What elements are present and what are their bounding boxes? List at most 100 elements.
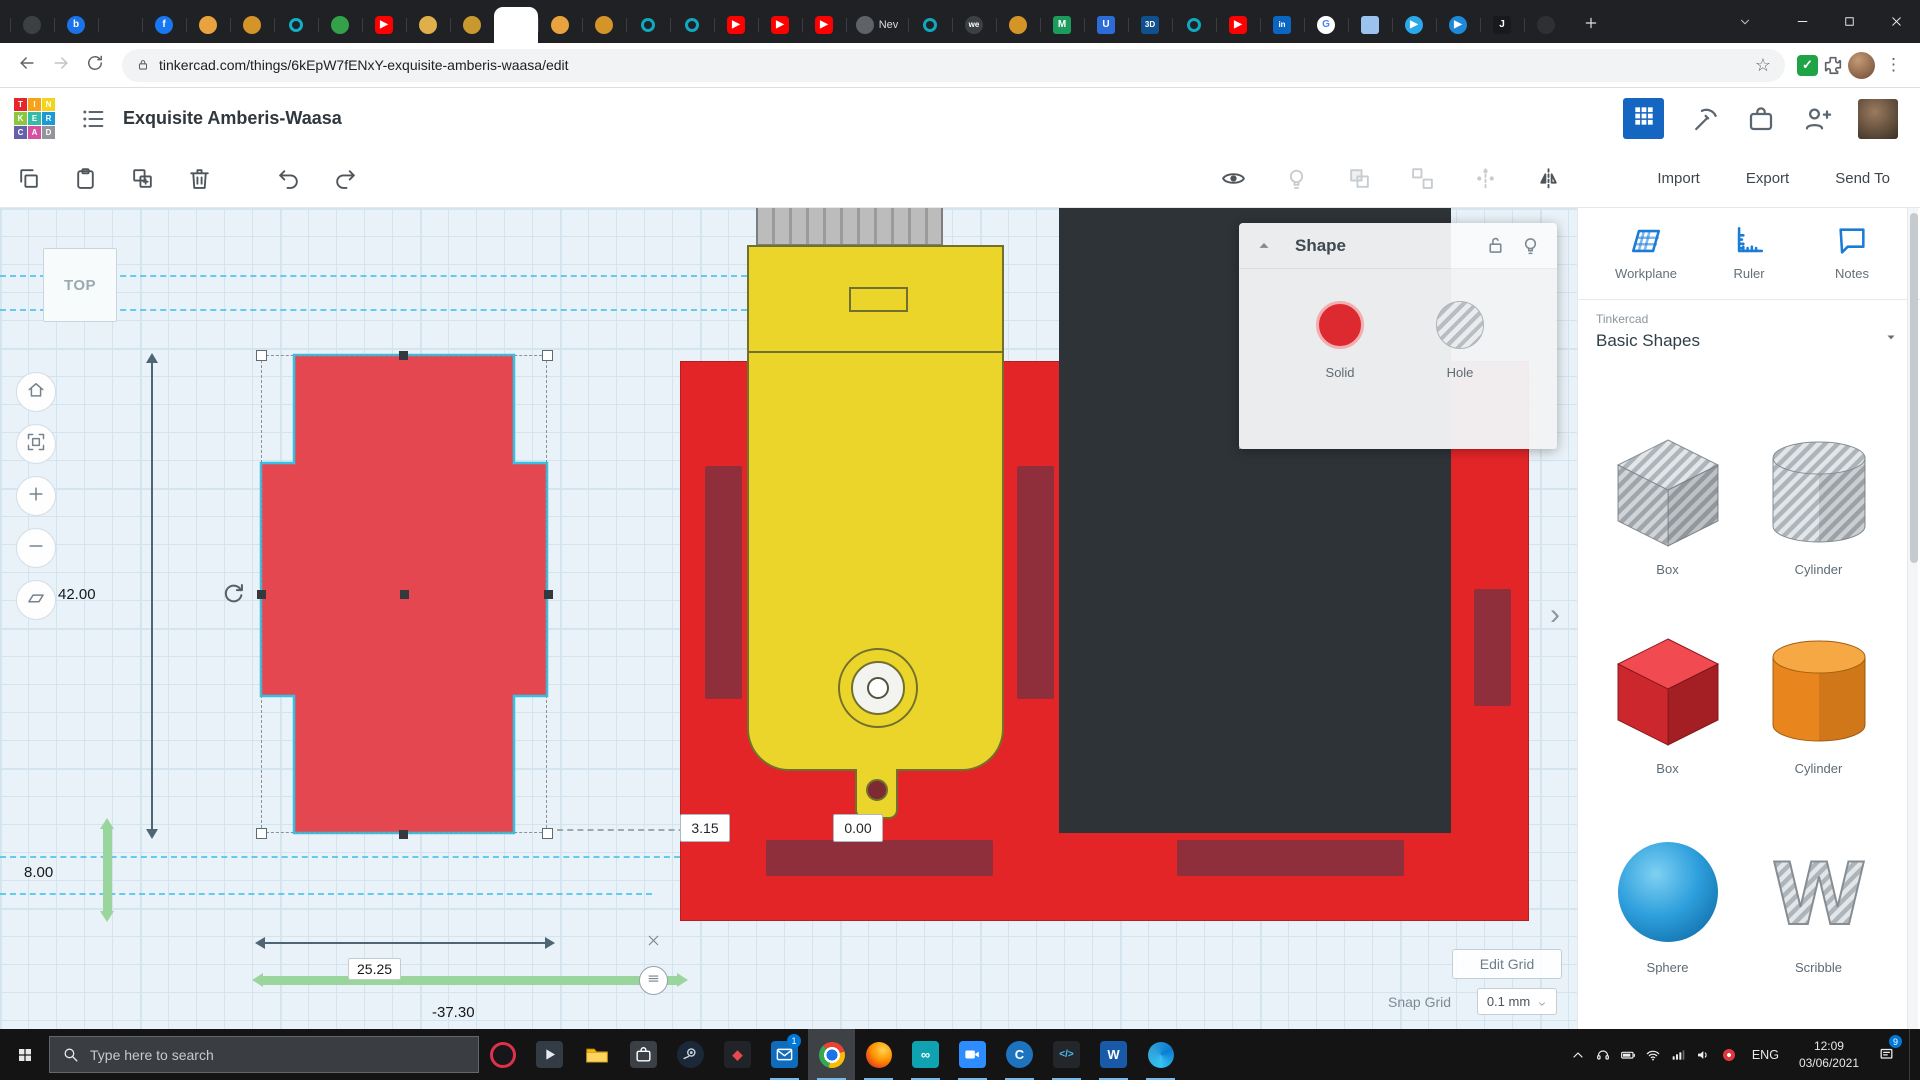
mirror-button[interactable] [1536,166,1561,191]
shape-item-box[interactable]: Box [1598,635,1738,776]
browser-tab[interactable] [406,7,450,43]
site-lock-icon[interactable] [136,58,150,72]
browser-tab[interactable] [1348,7,1392,43]
design-menu-icon[interactable] [79,105,107,133]
show-desktop-button[interactable] [1909,1029,1916,1080]
rotate-handle-icon[interactable] [220,580,247,607]
resize-handle[interactable] [544,590,553,599]
tray-expand-icon[interactable] [1566,1029,1591,1080]
browser-tab[interactable] [450,7,494,43]
taskbar-app-chrome[interactable] [808,1029,855,1080]
shape-item-sphere[interactable]: Sphere [1598,834,1738,975]
paste-button[interactable] [73,166,98,191]
omnibox[interactable]: tinkercad.com/things/6kEpW7fENxY-exquisi… [122,49,1785,82]
taskbar-app-microsoft-store[interactable] [620,1029,667,1080]
browser-tab[interactable]: we [952,7,996,43]
browser-tab[interactable] [1524,7,1568,43]
back-button[interactable] [12,50,42,80]
browser-tab[interactable]: f [142,7,186,43]
ruler-distance-field[interactable]: 3.15 [680,814,730,842]
taskbar-app-word[interactable]: W [1090,1029,1137,1080]
home-view-button[interactable] [16,372,56,412]
design-canvas[interactable]: 42.00 8.00 25.25 -37.30 3.15 0.00 TOP [0,208,1577,1029]
solid-swatch[interactable] [1316,301,1364,349]
invite-people-icon[interactable] [1802,104,1832,134]
start-button[interactable] [0,1029,49,1080]
collapse-inspector-icon[interactable] [1255,237,1273,255]
browser-tab[interactable] [318,7,362,43]
browser-tab[interactable] [186,7,230,43]
dimension-position-value[interactable]: -37.30 [432,1004,475,1021]
shape-item-cylinder[interactable]: Cylinder [1749,436,1889,577]
browser-tab[interactable] [274,7,318,43]
extension-adblock-icon[interactable]: ✓ [1797,55,1818,76]
browser-tab[interactable] [230,7,274,43]
import-button[interactable]: Import [1657,170,1700,187]
browser-menu-icon[interactable]: ⋮ [1879,55,1908,75]
edit-grid-button[interactable]: Edit Grid [1452,949,1562,979]
ruler-origin[interactable] [639,966,668,995]
transparency-button[interactable] [1284,166,1309,191]
export-button[interactable]: Export [1746,170,1789,187]
browser-tab[interactable]: Nev [846,7,908,43]
visibility-bulb-icon[interactable] [1520,235,1541,256]
show-all-button[interactable] [1221,166,1246,191]
hole-option[interactable]: Hole [1405,301,1515,380]
taskbar-app-teal-app[interactable]: ∞ [902,1029,949,1080]
clock[interactable]: 12:09 03/06/2021 [1789,1038,1869,1070]
taskbar-app-file-explorer[interactable] [573,1029,620,1080]
browser-tab[interactable]: ▶ [714,7,758,43]
panel-tool-ruler[interactable]: Ruler [1707,224,1791,281]
ruler-close-button[interactable] [645,932,662,949]
minecraft-export-icon[interactable] [1690,104,1720,134]
taskbar-app-media-player[interactable] [526,1029,573,1080]
signal-icon[interactable] [1666,1029,1691,1080]
browser-profile-avatar[interactable] [1848,52,1875,79]
panel-tool-notes[interactable]: Notes [1810,224,1894,281]
design-title[interactable]: Exquisite Amberis-Waasa [123,108,342,129]
browser-tab[interactable]: ▶ [1392,7,1436,43]
browser-tab[interactable]: ▶ [758,7,802,43]
window-maximize-button[interactable] [1826,0,1873,43]
headset-icon[interactable] [1591,1029,1616,1080]
duplicate-button[interactable] [130,166,155,191]
redo-button[interactable] [333,166,358,191]
ruler-distance-field[interactable]: 0.00 [833,814,883,842]
browser-tab[interactable]: 3D [1128,7,1172,43]
browser-tab[interactable] [10,7,54,43]
taskbar-app-mail[interactable]: 1 [761,1029,808,1080]
window-minimize-button[interactable] [1779,0,1826,43]
browser-tab[interactable] [670,7,714,43]
tinkercad-logo[interactable]: TINKERCAD [14,98,55,139]
motor-shape[interactable] [747,208,1004,820]
browser-tab[interactable] [1172,7,1216,43]
shape-item-scribble[interactable]: WScribble [1749,834,1889,975]
window-close-button[interactable] [1873,0,1920,43]
browser-tab[interactable]: in [1260,7,1304,43]
extensions-puzzle-icon[interactable] [1822,54,1844,76]
resize-handle[interactable] [257,590,266,599]
group-button[interactable] [1347,166,1372,191]
wifi-icon[interactable] [1641,1029,1666,1080]
scale-handle[interactable] [256,350,267,361]
copy-button[interactable] [16,166,41,191]
dimension-height-value[interactable]: 42.00 [58,586,96,603]
taskbar-app-firefox[interactable] [855,1029,902,1080]
action-center-button[interactable]: 9 [1869,1029,1903,1080]
browser-tab[interactable] [996,7,1040,43]
shape-item-box[interactable]: Box [1598,436,1738,577]
align-button[interactable] [1473,166,1498,191]
language-indicator[interactable]: ENG [1742,1048,1789,1062]
reload-button[interactable] [80,50,110,80]
shape-category-dropdown[interactable]: Tinkercad Basic Shapes [1578,299,1920,365]
browser-tab[interactable]: b [54,7,98,43]
resize-handle[interactable] [399,830,408,839]
search-input[interactable] [90,1047,466,1063]
browser-tab[interactable]: ▶ [362,7,406,43]
center-handle[interactable] [400,590,409,599]
browser-tab[interactable]: U [1084,7,1128,43]
blocks-view-button[interactable] [1623,98,1664,139]
hole-swatch[interactable] [1436,301,1484,349]
shape-item-cylinder[interactable]: Cylinder [1749,635,1889,776]
panel-scrollbar[interactable] [1907,208,1918,1029]
